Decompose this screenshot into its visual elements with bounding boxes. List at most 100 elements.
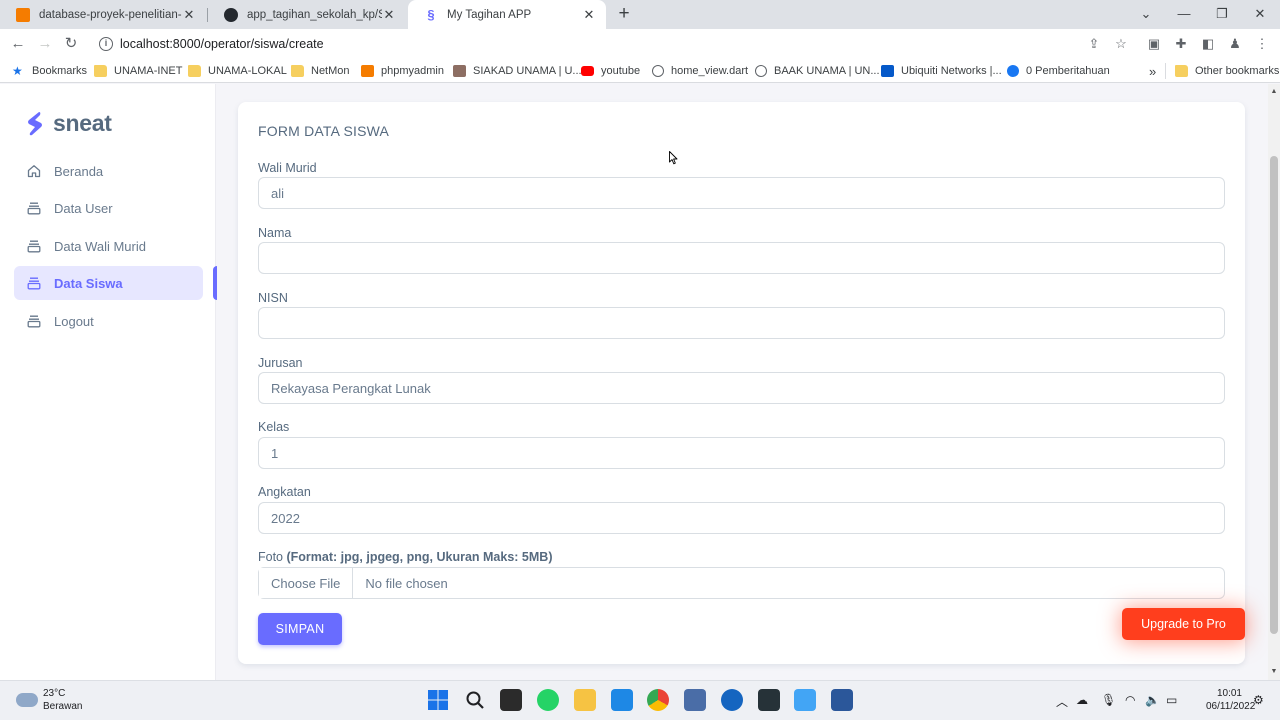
weather-widget[interactable]: 23°C Berawan: [16, 687, 82, 713]
upgrade-to-pro-button[interactable]: Upgrade to Pro: [1122, 608, 1245, 640]
jurusan-select[interactable]: Rekayasa Perangkat Lunak: [258, 372, 1225, 404]
bookmark-item[interactable]: youtube: [581, 63, 640, 79]
tab-close-icon[interactable]: ✕: [182, 7, 196, 23]
menu-kebab-icon[interactable]: ⋮: [1252, 34, 1272, 54]
brand[interactable]: sneat: [26, 110, 112, 137]
sidebar-item-logout[interactable]: Logout: [14, 304, 203, 338]
bookmark-item[interactable]: 0 Pemberitahuan: [1007, 63, 1110, 79]
bookmark-item[interactable]: NetMon: [291, 63, 350, 79]
side-panel-icon[interactable]: ◧: [1198, 34, 1218, 54]
flutter-icon[interactable]: [794, 689, 816, 711]
choose-file-button[interactable]: Choose File: [259, 568, 354, 598]
bookmark-label: UNAMA-LOKAL: [208, 65, 287, 77]
page-scrollbar[interactable]: ▲ ▼: [1268, 84, 1280, 680]
file-explorer-icon[interactable]: [574, 689, 596, 711]
onedrive-cloud-icon[interactable]: ☁: [1076, 693, 1088, 707]
microphone-icon[interactable]: 🎙: [1101, 693, 1116, 707]
simpan-button[interactable]: SIMPAN: [258, 613, 342, 645]
folder-icon: [1175, 65, 1188, 77]
sidebar-item-data-wali-murid[interactable]: Data Wali Murid: [14, 229, 203, 263]
gitlab-favicon-icon: [16, 7, 30, 22]
windows-start-icon[interactable]: [427, 689, 449, 711]
back-arrow-icon[interactable]: ←: [7, 33, 29, 55]
wali-murid-select[interactable]: ali: [258, 177, 1225, 209]
terminal-icon[interactable]: [758, 689, 780, 711]
field-value: 1: [271, 445, 279, 461]
layers-icon: [27, 276, 41, 290]
bookmark-item[interactable]: phpmyadmin: [361, 63, 444, 79]
kelas-select[interactable]: 1: [258, 437, 1225, 469]
extension-icon[interactable]: ▣: [1144, 34, 1164, 54]
youtube-icon: [581, 66, 594, 76]
nisn-input[interactable]: [258, 307, 1225, 339]
bookmark-label: Ubiquiti Networks |...: [901, 65, 1002, 77]
tab-close-icon[interactable]: ✕: [382, 7, 396, 23]
address-bar[interactable]: i localhost:8000/operator/siswa/create: [90, 32, 1140, 56]
search-icon[interactable]: [464, 689, 486, 711]
bookmark-item[interactable]: UNAMA-INET: [94, 63, 182, 79]
foto-file-input[interactable]: Choose File No file chosen: [258, 567, 1225, 599]
bookmarks-bar: ★ Bookmarks UNAMA-INET UNAMA-LOKAL NetMon…: [0, 59, 1280, 83]
bookmark-item[interactable]: ★ Bookmarks: [12, 63, 87, 79]
chrome-icon[interactable]: [647, 689, 669, 711]
more-bookmarks-chevron[interactable]: »: [1149, 63, 1156, 79]
facebook-icon: [1007, 65, 1019, 77]
sidebar-item-data-siswa[interactable]: Data Siswa: [14, 266, 203, 300]
puzzle-extensions-icon[interactable]: ✚: [1171, 34, 1191, 54]
bookmark-item[interactable]: BAAK UNAMA | UN...: [755, 63, 880, 79]
scroll-down-arrow-icon[interactable]: ▼: [1268, 666, 1280, 678]
angkatan-select[interactable]: 2022: [258, 502, 1225, 534]
notification-icon[interactable]: ⚙: [1253, 693, 1264, 707]
word-icon[interactable]: [831, 689, 853, 711]
field-value: ali: [271, 185, 285, 201]
system-clock[interactable]: 10:01 06/11/2022: [1206, 687, 1255, 713]
app-circle-icon[interactable]: [721, 689, 743, 711]
browser-tab[interactable]: database-proyek-penelitian-mah ✕: [0, 0, 206, 29]
task-view-icon[interactable]: [500, 689, 522, 711]
maximize-button[interactable]: ❐: [1203, 0, 1241, 29]
folder-icon: [188, 65, 201, 77]
site-info-icon[interactable]: i: [99, 37, 113, 51]
new-tab-button[interactable]: +: [614, 3, 634, 25]
bookmark-item[interactable]: Ubiquiti Networks |...: [881, 63, 1002, 79]
browser-tab-active[interactable]: § My Tagihan APP ✕: [408, 0, 606, 29]
share-icon[interactable]: ⇪: [1084, 34, 1104, 54]
bookmark-star-icon[interactable]: ☆: [1111, 34, 1131, 54]
url-text: localhost:8000/operator/siswa/create: [120, 37, 324, 51]
sneat-favicon-icon: §: [427, 7, 435, 22]
minimize-button[interactable]: —: [1165, 0, 1203, 29]
bookmark-item[interactable]: home_view.dart: [652, 63, 748, 79]
wifi-icon[interactable]: ◠: [1125, 693, 1135, 707]
field-label-wali-murid: Wali Murid: [258, 161, 317, 175]
tab-close-icon[interactable]: ✕: [582, 7, 596, 23]
profile-avatar-icon[interactable]: ♟: [1225, 34, 1245, 54]
bookmark-label: Bookmarks: [32, 65, 88, 77]
tab-search-chevron-icon[interactable]: ⌄: [1127, 0, 1165, 29]
bookmark-item[interactable]: UNAMA-LOKAL: [188, 63, 287, 79]
bookmark-item[interactable]: SIAKAD UNAMA | U...: [453, 63, 582, 79]
scroll-up-arrow-icon[interactable]: ▲: [1268, 86, 1280, 98]
form-title: FORM DATA SISWA: [258, 123, 390, 139]
other-bookmarks[interactable]: Other bookmarks: [1175, 63, 1279, 79]
field-label-nisn: NISN: [258, 291, 288, 305]
sidebar-item-beranda[interactable]: Beranda: [14, 154, 203, 188]
scrollbar-thumb[interactable]: [1270, 156, 1278, 634]
speaker-icon[interactable]: 🔈: [1145, 693, 1160, 707]
reload-icon[interactable]: ↻: [60, 33, 82, 55]
browser-tab-strip: database-proyek-penelitian-mah ✕ app_tag…: [0, 0, 1280, 29]
whatsapp-icon[interactable]: [537, 689, 559, 711]
layers-icon: [27, 239, 41, 253]
browser-tab[interactable]: app_tagihan_sekolah_kp/SiswaCo ✕: [208, 0, 406, 29]
vscode-icon[interactable]: [611, 689, 633, 711]
forward-arrow-icon[interactable]: →: [34, 33, 56, 55]
active-menu-indicator: [213, 266, 217, 300]
battery-icon[interactable]: ▭: [1166, 693, 1177, 707]
close-window-button[interactable]: ✕: [1241, 0, 1279, 29]
nama-input[interactable]: [258, 242, 1225, 274]
sidebar-item-data-user[interactable]: Data User: [14, 191, 203, 225]
bookmark-label: home_view.dart: [671, 65, 749, 77]
browser-toolbar: ← → ↻ i localhost:8000/operator/siswa/cr…: [0, 29, 1280, 59]
tray-overflow-chevron-icon[interactable]: ︿: [1056, 693, 1068, 710]
remote-desktop-icon[interactable]: [684, 689, 706, 711]
brand-name: sneat: [53, 110, 112, 136]
